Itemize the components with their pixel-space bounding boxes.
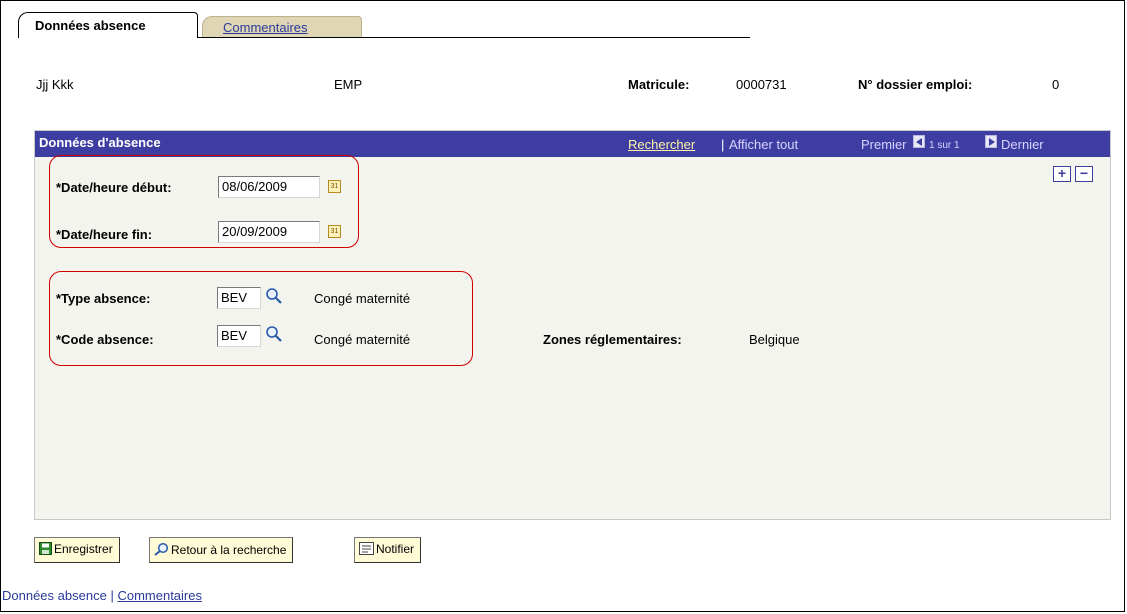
code-absence-description: Congé maternité: [314, 332, 411, 347]
footer-link-commentaires[interactable]: Commentaires: [117, 588, 202, 603]
dossier-emploi-value: 0: [1052, 77, 1060, 92]
date-fin-label: *Date/heure fin:: [56, 227, 153, 242]
panel-separator: |: [721, 137, 725, 152]
dernier-label: Dernier: [1001, 137, 1044, 152]
zones-reglementaires-label: Zones réglementaires:: [543, 332, 682, 347]
minus-icon: −: [1079, 165, 1089, 181]
employee-name: Jjj Kkk: [36, 77, 74, 92]
search-icon[interactable]: [265, 287, 283, 305]
afficher-tout-link[interactable]: Afficher tout: [729, 137, 798, 152]
type-absence-description: Congé maternité: [314, 291, 411, 306]
dossier-emploi-label: N° dossier emploi:: [858, 77, 973, 92]
panel-title: Données d'absence: [39, 135, 161, 150]
notify-button-label: Notifier: [376, 542, 415, 556]
code-absence-input[interactable]: BEV: [217, 325, 261, 347]
premier-label: Premier: [861, 137, 907, 152]
page-current: 1: [929, 140, 935, 151]
tab-commentaires[interactable]: Commentaires: [202, 16, 362, 38]
date-debut-input[interactable]: 08/06/2009: [218, 176, 320, 198]
tab-donnees-absence[interactable]: Données absence: [18, 12, 198, 38]
type-absence-label: *Type absence:: [56, 291, 151, 306]
previous-row-button[interactable]: [913, 135, 925, 148]
notify-icon: [359, 542, 374, 555]
panel-header-bar: Données d'absence Rechercher | Afficher …: [35, 131, 1110, 157]
add-row-button[interactable]: +: [1053, 166, 1071, 182]
zones-reglementaires-value: Belgique: [749, 332, 800, 347]
matricule-value: 0000731: [736, 77, 787, 92]
page-sur: sur: [937, 140, 952, 151]
employee-type: EMP: [334, 77, 363, 92]
tab-divider: [198, 37, 750, 38]
next-row-button[interactable]: [985, 135, 997, 148]
search-icon[interactable]: [265, 325, 283, 343]
save-icon: [39, 542, 52, 555]
date-fin-input[interactable]: 20/09/2009: [218, 221, 320, 243]
matricule-label: Matricule:: [628, 77, 690, 92]
save-button[interactable]: Enregistrer: [34, 537, 120, 563]
delete-row-button[interactable]: −: [1075, 166, 1093, 182]
page-indicator: 1 sur 1: [929, 140, 960, 151]
date-debut-label: *Date/heure début:: [56, 180, 172, 195]
notify-button[interactable]: Notifier: [354, 537, 422, 563]
back-to-search-label: Retour à la recherche: [171, 543, 287, 557]
footer-link-donnees-absence[interactable]: Données absence: [2, 588, 107, 603]
tab-donnees-absence-label: Données absence: [35, 18, 146, 33]
back-to-search-button[interactable]: Retour à la recherche: [149, 537, 294, 563]
code-absence-label: *Code absence:: [56, 332, 154, 347]
absence-codes-highlight: [49, 271, 473, 366]
plus-icon: +: [1057, 165, 1067, 181]
tab-commentaires-label: Commentaires: [223, 20, 308, 35]
calendar-icon[interactable]: 31: [328, 180, 341, 193]
footer-links: Données absence | Commentaires: [2, 588, 202, 603]
page-total: 1: [954, 140, 960, 151]
arrow-left-icon: [916, 138, 922, 146]
type-absence-input[interactable]: BEV: [217, 287, 261, 309]
search-back-icon: [154, 542, 169, 556]
rechercher-link[interactable]: Rechercher: [628, 137, 695, 152]
arrow-right-icon: [989, 138, 995, 146]
calendar-icon[interactable]: 31: [328, 225, 341, 238]
footer-separator: |: [110, 588, 114, 603]
save-button-label: Enregistrer: [54, 542, 113, 556]
